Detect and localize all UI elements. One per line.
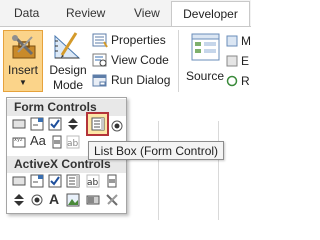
more-controls-activex-icon[interactable] <box>105 193 119 207</box>
truncated-label-e[interactable]: E <box>241 54 249 68</box>
run-dialog-button[interactable]: Run Dialog <box>111 73 170 87</box>
design-mode-label-line1: Design <box>49 63 87 77</box>
properties-button[interactable]: Properties <box>111 33 166 47</box>
design-mode-label-line2: Mode <box>52 78 84 92</box>
combo-box-activex-icon[interactable] <box>30 174 44 188</box>
scroll-bar-activex-icon[interactable] <box>105 174 119 188</box>
spin-button-form-control-icon[interactable] <box>66 117 80 131</box>
spin-button-activex-icon[interactable] <box>12 193 26 207</box>
source-button[interactable]: Source <box>186 69 224 83</box>
check-box-activex-icon[interactable] <box>48 174 62 188</box>
view-code-button[interactable]: View Code <box>111 53 169 67</box>
svg-text:xyz: xyz <box>14 137 23 143</box>
list-box-form-control-button[interactable] <box>86 112 109 136</box>
label-activex-icon[interactable]: A <box>49 191 59 207</box>
view-code-icon <box>92 53 107 67</box>
group-box-form-control-icon[interactable]: xyz <box>12 135 26 149</box>
tab-view[interactable]: View <box>134 6 160 20</box>
tab-review[interactable]: Review <box>66 6 105 20</box>
toggle-button-activex-icon[interactable] <box>86 193 100 207</box>
design-mode-button[interactable]: Design Mode <box>47 63 89 93</box>
button-form-control-icon[interactable] <box>12 117 26 131</box>
image-activex-icon[interactable] <box>66 193 80 207</box>
insert-label: Insert <box>7 63 38 77</box>
option-button-form-control-icon[interactable] <box>110 119 124 133</box>
control-tooltip: List Box (Form Control) <box>88 141 225 160</box>
text-field-form-control-icon[interactable]: ab <box>66 135 80 149</box>
check-box-form-control-icon[interactable] <box>48 117 62 131</box>
toolbox-icon <box>12 35 36 59</box>
list-box-activex-icon[interactable] <box>66 174 80 188</box>
group-separator <box>178 30 179 92</box>
design-mode-icon[interactable] <box>52 31 82 61</box>
chevron-down-icon: ▼ <box>19 78 27 87</box>
text-box-activex-icon[interactable]: ab <box>86 174 100 188</box>
sheet-gridline <box>158 121 159 220</box>
tab-developer[interactable]: Developer <box>171 1 250 27</box>
combo-box-form-control-icon[interactable] <box>30 117 44 131</box>
xml-source-icon[interactable] <box>190 31 222 63</box>
sheet-gridline <box>218 121 219 220</box>
properties-icon <box>92 33 108 48</box>
label-form-control-icon[interactable]: Aa <box>30 133 46 148</box>
option-button-activex-icon[interactable] <box>30 193 44 207</box>
svg-text:ab: ab <box>67 139 79 149</box>
expansion-packs-icon <box>226 55 238 67</box>
list-box-form-control-icon <box>91 117 105 131</box>
truncated-label-r[interactable]: R <box>241 74 250 88</box>
scroll-bar-form-control-icon[interactable] <box>50 135 64 149</box>
insert-controls-button[interactable]: Insert ▼ <box>3 30 43 92</box>
refresh-data-icon <box>226 75 238 87</box>
tab-data[interactable]: Data <box>14 6 39 20</box>
truncated-label-m[interactable]: M <box>241 34 251 48</box>
map-properties-icon <box>226 35 238 47</box>
svg-text:ab: ab <box>87 178 99 188</box>
run-dialog-icon <box>92 74 107 87</box>
command-button-activex-icon[interactable] <box>12 174 26 188</box>
